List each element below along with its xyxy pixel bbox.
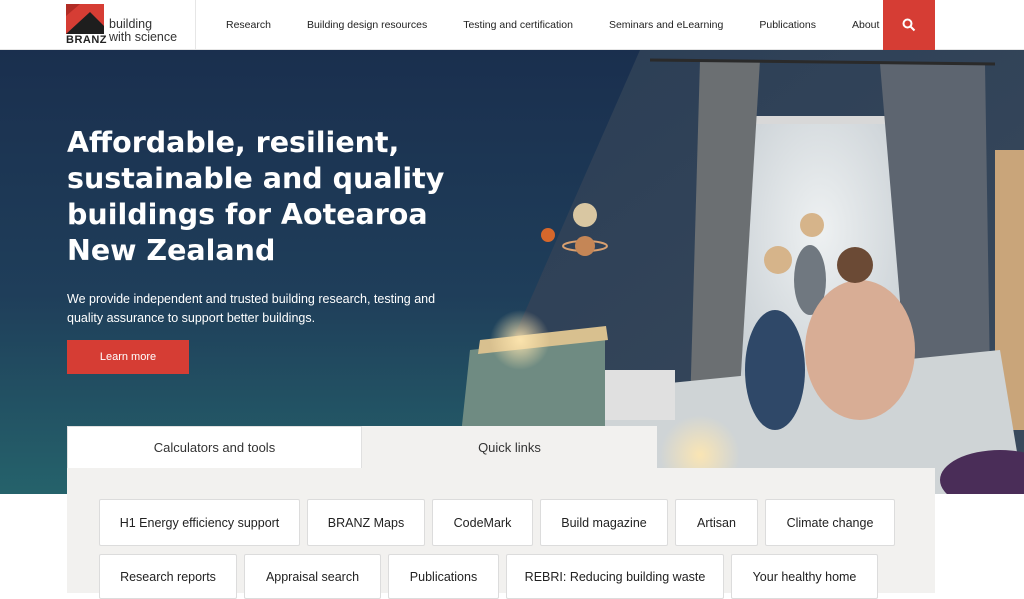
quick-link-your-healthy-home[interactable]: Your healthy home (731, 554, 878, 599)
tools-tabs: Calculators and tools Quick links (67, 426, 657, 468)
header-divider (195, 0, 196, 50)
quick-link-climate-change[interactable]: Climate change (765, 499, 895, 546)
quick-link-branz-maps[interactable]: BRANZ Maps (307, 499, 425, 546)
main-nav: Research Building design resources Testi… (208, 0, 897, 50)
quick-link-publications[interactable]: Publications (388, 554, 499, 599)
site-header: BRANZ building with science Research Bui… (0, 0, 1024, 50)
quick-link-codemark[interactable]: CodeMark (432, 499, 533, 546)
brand-tagline: building with science (109, 18, 177, 44)
quick-link-build-magazine[interactable]: Build magazine (540, 499, 668, 546)
quick-link-research-reports[interactable]: Research reports (99, 554, 237, 599)
search-button[interactable] (883, 0, 935, 50)
nav-item-research[interactable]: Research (226, 19, 271, 31)
quick-link-appraisal-search[interactable]: Appraisal search (244, 554, 381, 599)
learn-more-button[interactable]: Learn more (67, 340, 189, 374)
branz-logo[interactable]: BRANZ building with science (66, 4, 196, 46)
quick-link-rebri[interactable]: REBRI: Reducing building waste (506, 554, 724, 599)
nav-item-seminars-elearning[interactable]: Seminars and eLearning (609, 19, 723, 31)
quick-link-h1-energy-efficiency[interactable]: H1 Energy efficiency support (99, 499, 300, 546)
nav-item-publications[interactable]: Publications (759, 19, 816, 31)
hero-title: Affordable, resilient, sustainable and q… (67, 126, 445, 267)
hero-description: We provide independent and trusted build… (67, 292, 436, 325)
nav-item-about[interactable]: About (852, 19, 879, 31)
nav-item-testing-certification[interactable]: Testing and certification (463, 19, 573, 31)
search-icon (902, 18, 916, 32)
branz-logo-mark (66, 4, 104, 34)
tab-quick-links[interactable]: Quick links (362, 426, 657, 468)
tab-calculators-and-tools[interactable]: Calculators and tools (67, 426, 362, 468)
quick-links-panel: H1 Energy efficiency support BRANZ Maps … (67, 468, 935, 599)
brand-name: BRANZ (66, 34, 107, 46)
quick-link-artisan[interactable]: Artisan (675, 499, 758, 546)
nav-item-building-design-resources[interactable]: Building design resources (307, 19, 427, 31)
tagline-line-2: with science (109, 30, 178, 44)
